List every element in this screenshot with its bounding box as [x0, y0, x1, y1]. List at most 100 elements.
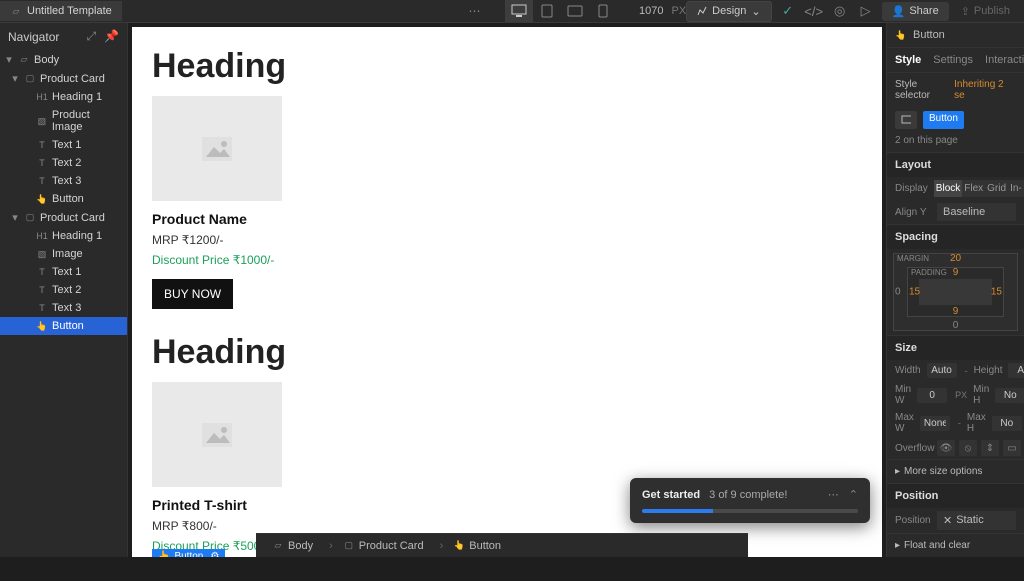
navigator-node[interactable]: TText 1 [0, 136, 127, 154]
navigator-node[interactable]: ▧Image [0, 245, 127, 263]
mrp-text[interactable]: MRP ₹1200/- [152, 233, 862, 247]
inspector-panel: 👆 Button Style Settings Interactions Sty… [886, 23, 1024, 557]
navigator-node[interactable]: TText 2 [0, 281, 127, 299]
navigator-node[interactable]: H1Heading 1 [0, 227, 127, 245]
device-mobile-button[interactable] [589, 0, 617, 22]
discount-text[interactable]: Discount Price ₹1000/- [152, 253, 862, 267]
height-input[interactable] [1008, 363, 1024, 378]
padding-right[interactable]: 15 [991, 287, 1002, 298]
product-image[interactable] [152, 382, 282, 487]
buy-button[interactable]: BUY NOW [152, 279, 233, 309]
minh-input[interactable] [995, 388, 1024, 403]
code-icon[interactable]: </> [804, 1, 824, 21]
person-icon: 👤 [892, 5, 906, 18]
breadcrumb[interactable]: ▱Body [264, 538, 321, 554]
more-icon[interactable]: ⋯ [828, 488, 839, 501]
product-name[interactable]: Product Name [152, 211, 862, 227]
device-desktop-button[interactable] [505, 0, 533, 22]
section-position[interactable]: Position [887, 483, 1024, 508]
navigator-node[interactable]: TText 3 [0, 172, 127, 190]
navigator-node[interactable]: ▾▢Product Card [0, 69, 127, 88]
breadcrumb[interactable]: 👆Button [432, 538, 509, 554]
minw-input[interactable] [917, 388, 947, 403]
margin-top[interactable]: 20 [950, 253, 961, 264]
display-block[interactable]: Block [934, 180, 962, 197]
margin-left[interactable]: 0 [895, 287, 901, 298]
display-inline[interactable]: In- [1008, 180, 1024, 197]
selection-label: 👆 Button ⚙ [152, 549, 225, 557]
padding-top[interactable]: 9 [953, 267, 959, 278]
navigator-node[interactable]: ▧Product Image [0, 106, 127, 136]
display-segments: Block Flex Grid In- [934, 180, 1024, 197]
toast-subtitle: 3 of 9 complete! [709, 489, 787, 501]
image-placeholder-icon [202, 137, 232, 161]
navigator-node[interactable]: ▾▢Product Card [0, 208, 127, 227]
collapse-icon[interactable]: ⤢ [86, 29, 96, 44]
preview-icon[interactable]: ◎ [830, 1, 850, 21]
page-icon: ▱ [10, 5, 22, 17]
maxh-input[interactable] [992, 416, 1022, 431]
section-spacing[interactable]: Spacing [887, 224, 1024, 249]
overflow-hidden-icon[interactable]: ⦸ [959, 440, 977, 456]
margin-bottom[interactable]: 0 [953, 320, 959, 331]
toast-title: Get started [642, 489, 700, 501]
breadcrumb[interactable]: ▢Product Card [321, 538, 431, 554]
navigator-node[interactable]: TText 2 [0, 154, 127, 172]
navigator-node[interactable]: H1Heading 1 [0, 88, 127, 106]
navigator-node[interactable]: TText 3 [0, 299, 127, 317]
spacing-editor[interactable]: MARGIN PADDING 20 0 0 9 9 15 15 [893, 253, 1018, 331]
navigator-panel: Navigator ⤢ 📌 ▾▱Body▾▢Product CardH1Head… [0, 23, 128, 557]
padding-left[interactable]: 15 [909, 287, 920, 298]
align-value[interactable]: Baseline [937, 203, 1016, 221]
button-icon: 👆 [895, 29, 907, 41]
canvas-area: Heading Product Name MRP ₹1200/- Discoun… [128, 23, 886, 557]
overflow-auto-icon[interactable]: ▭ [1003, 440, 1021, 456]
chevron-up-icon[interactable]: ⌃ [849, 488, 858, 501]
product-card[interactable]: Heading Printed T-shirt MRP ₹800/- Disco… [152, 333, 862, 557]
position-select[interactable]: ✕ Static [937, 511, 1016, 530]
navigator-node[interactable]: 👆Button [0, 190, 127, 208]
breakpoint-chip[interactable] [895, 111, 917, 129]
overflow-visible-icon[interactable]: 👁 [937, 440, 955, 456]
navigator-node[interactable]: ▾▱Body [0, 50, 127, 69]
canvas-unit-label: PX [671, 5, 686, 17]
share-button[interactable]: 👤 Share [882, 2, 949, 21]
mode-design-button[interactable]: Design ⌄ [686, 1, 771, 22]
float-and-clear[interactable]: ▸ Float and clear [887, 533, 1024, 557]
device-tablet-button[interactable] [533, 0, 561, 22]
more-size-options[interactable]: ▸ More size options [887, 459, 1024, 483]
navigator-node[interactable]: TText 1 [0, 263, 127, 281]
device-tablet-landscape-button[interactable] [561, 0, 589, 22]
display-grid[interactable]: Grid [985, 180, 1008, 197]
class-chip[interactable]: Button [923, 111, 964, 129]
style-selector-row: Style selector Inheriting 2 se [887, 73, 1024, 107]
product-image[interactable] [152, 96, 282, 201]
section-size[interactable]: Size [887, 335, 1024, 360]
product-card[interactable]: Heading Product Name MRP ₹1200/- Discoun… [152, 47, 862, 309]
tab-interactions[interactable]: Interactions [985, 54, 1024, 66]
publish-button[interactable]: ⇪ Publish [955, 2, 1016, 21]
image-placeholder-icon [202, 423, 232, 447]
overflow-scroll-icon[interactable]: ⇕ [981, 440, 999, 456]
navigator-node[interactable]: 👆Button [0, 317, 127, 335]
canvas-width-input[interactable] [627, 5, 667, 17]
rocket-icon: ⇪ [961, 5, 970, 18]
gear-icon[interactable]: ⚙ [210, 551, 219, 557]
display-flex[interactable]: Flex [962, 180, 985, 197]
maxw-input[interactable] [920, 416, 950, 431]
padding-bottom[interactable]: 9 [953, 306, 959, 317]
get-started-toast: Get started 3 of 9 complete! ⋯ ⌃ [630, 478, 870, 523]
play-icon[interactable]: ▷ [856, 1, 876, 21]
heading[interactable]: Heading [152, 47, 862, 86]
heading[interactable]: Heading [152, 333, 862, 372]
pin-icon[interactable]: 📌 [104, 29, 119, 44]
tab-style[interactable]: Style [895, 54, 921, 66]
width-input[interactable] [927, 363, 957, 378]
check-icon[interactable]: ✓ [778, 1, 798, 21]
section-layout[interactable]: Layout [887, 152, 1024, 177]
toast-progress [642, 509, 858, 513]
file-tab[interactable]: ▱ Untitled Template [0, 1, 122, 21]
canvas-size: PX [627, 5, 686, 17]
tab-settings[interactable]: Settings [933, 54, 973, 66]
more-icon[interactable]: ⋯ [463, 0, 485, 22]
